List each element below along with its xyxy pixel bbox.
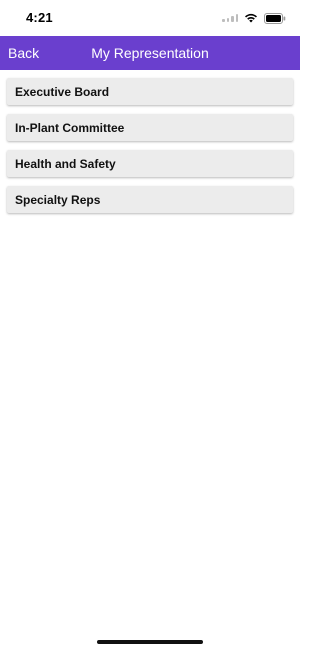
status-icons: [222, 12, 286, 24]
menu-item-label: In-Plant Committee: [15, 120, 125, 135]
menu-item-label: Executive Board: [15, 84, 110, 99]
cellular-signal-icon: [222, 14, 238, 22]
menu-item-label: Health and Safety: [15, 156, 116, 171]
wifi-icon: [244, 13, 258, 23]
page-title: My Representation: [91, 45, 209, 61]
home-indicator[interactable]: [97, 640, 203, 644]
menu-item-label: Specialty Reps: [15, 192, 101, 207]
battery-icon: [264, 12, 286, 24]
status-time: 4:21: [26, 10, 53, 25]
menu-item-in-plant-committee[interactable]: In-Plant Committee: [7, 114, 293, 141]
menu-item-health-and-safety[interactable]: Health and Safety: [7, 150, 293, 177]
menu-item-specialty-reps[interactable]: Specialty Reps: [7, 186, 293, 213]
navigation-bar: Back My Representation: [0, 36, 300, 70]
representation-menu: Executive Board In-Plant Committee Healt…: [7, 78, 293, 222]
menu-item-executive-board[interactable]: Executive Board: [7, 78, 293, 105]
status-bar: 4:21: [0, 0, 300, 36]
